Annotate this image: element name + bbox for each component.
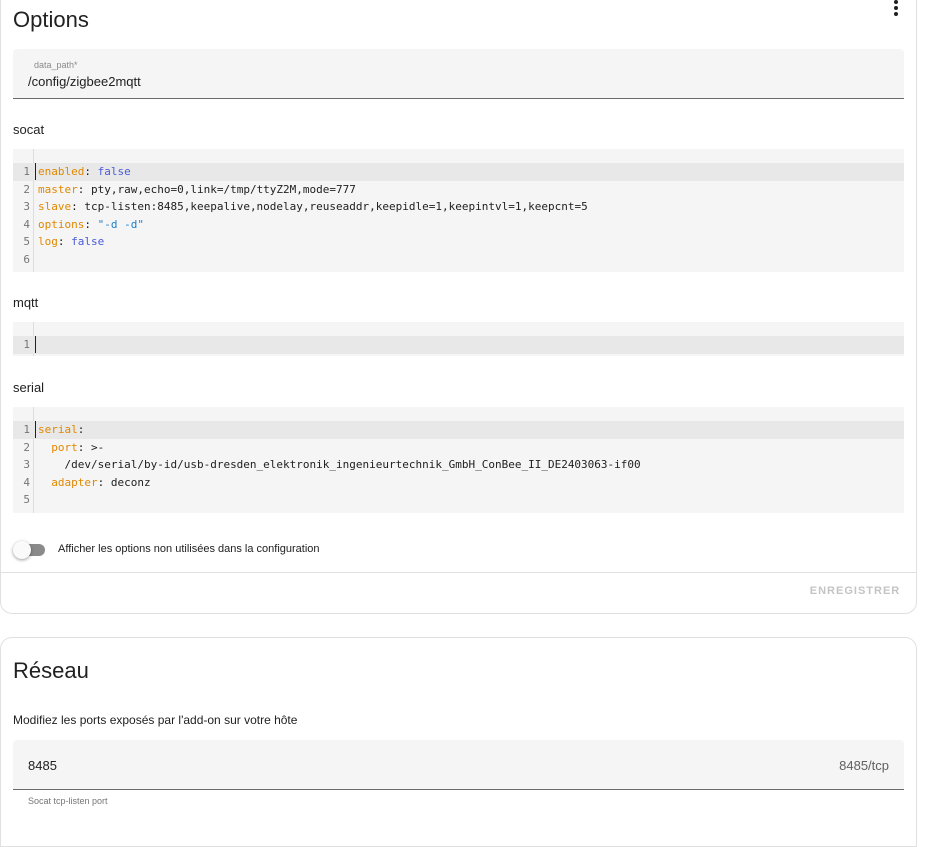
card-actions-divider [1,572,916,573]
line-number: 3 [23,458,30,471]
code-line[interactable]: 2 port: >- [13,439,904,457]
yaml-value: false [71,235,105,248]
line-number: 5 [23,235,30,248]
code-text: slave: tcp-listen:8485,keepalive,nodelay… [38,198,588,216]
line-number: 3 [23,200,30,213]
line-number: 2 [23,182,30,196]
line-number: 2 [23,440,30,454]
yaml-key: enabled [38,165,85,178]
yaml-value: tcp-listen:8485,keepalive,nodelay,reusea… [84,200,588,213]
port-helper-text: Socat tcp-listen port [28,796,108,806]
socat-label: socat [13,122,45,137]
yaml-value: >- [91,440,105,454]
toggle-thumb [13,541,31,559]
yaml-separator: : [84,165,98,178]
options-title: Options [13,7,89,32]
line-number: 4 [23,217,30,231]
yaml-key: options [38,217,85,231]
options-card: Options data_path* /config/zigbee2mqtt s… [0,0,917,614]
data-path-value[interactable]: /config/zigbee2mqtt [28,74,141,89]
line-number: 5 [23,493,30,506]
port-field[interactable]: 8485 8485/tcp [13,740,904,790]
line-number: 1 [23,338,30,351]
code-line[interactable]: 1 [13,336,904,354]
more-vert-icon[interactable] [888,0,904,18]
text-cursor [35,163,36,180]
yaml-separator: : [57,235,72,248]
yaml-value: "-d -d" [97,217,144,231]
yaml-value: pty,raw,echo=0,link=/tmp/ttyZ2M,mode=777 [91,182,356,196]
yaml-value: false [97,165,131,178]
port-value[interactable]: 8485 [28,758,57,773]
yaml-separator: : [84,217,98,231]
network-title: Réseau [13,658,89,683]
yaml-key: slave [38,200,72,213]
show-unused-options-label: Afficher les options non utilisées dans … [58,543,320,555]
code-text: enabled: false [38,163,131,181]
line-number: 1 [23,165,30,178]
code-line[interactable]: 1 enabled: false [13,163,904,181]
yaml-key: adapter [51,475,98,489]
network-description: Modifiez les ports exposés par l'add-on … [13,713,298,727]
mqtt-editor[interactable]: 1 [13,322,904,356]
yaml-separator: : [77,440,91,454]
code-line[interactable]: 5 [13,491,904,509]
code-line[interactable]: 4 adapter: deconz [13,474,904,492]
yaml-value: deconz [110,475,151,489]
code-line[interactable]: 4 options: "-d -d" [13,216,904,234]
yaml-key: serial [38,423,78,436]
network-card: Réseau Modifiez les ports exposés par l'… [0,637,917,847]
code-text: serial: [38,421,84,439]
yaml-separator: : [77,182,91,196]
code-line[interactable]: 5 log: false [13,233,904,251]
yaml-separator: : [97,475,111,489]
line-number: 6 [23,252,30,266]
socat-editor[interactable]: 1 enabled: false 2 master: pty,raw,echo=0,l… [13,149,904,272]
code-text: master: pty,raw,echo=0,link=/tmp/ttyZ2M,… [38,181,356,199]
code-line[interactable]: 6 [13,251,904,269]
code-text: /dev/serial/by-id/usb-dresden_elektronik… [38,456,641,474]
code-line[interactable]: 3 /dev/serial/by-id/usb-dresden_elektron… [13,456,904,474]
code-line[interactable]: 1 serial: [13,421,904,439]
yaml-separator: : [77,423,85,436]
yaml-value: /dev/serial/by-id/usb-dresden_elektronik… [64,458,641,471]
text-cursor [35,336,36,353]
port-suffix: 8485/tcp [839,758,889,773]
code-text: log: false [38,233,104,251]
yaml-key: port [51,440,78,454]
line-number: 4 [23,475,30,489]
code-text: options: "-d -d" [38,216,144,234]
code-text: port: >- [38,439,104,457]
data-path-label: data_path* [34,60,78,70]
yaml-key: log [38,235,58,248]
save-button[interactable]: ENREGISTRER [807,585,903,603]
code-text: adapter: deconz [38,474,151,492]
text-cursor [35,421,36,438]
yaml-key: master [38,182,78,196]
yaml-separator: : [71,200,85,213]
serial-label: serial [13,380,45,395]
code-line[interactable]: 2 master: pty,raw,echo=0,link=/tmp/ttyZ2M… [13,181,904,199]
show-unused-options-toggle[interactable] [13,541,47,559]
data-path-field[interactable]: data_path* /config/zigbee2mqtt [13,49,904,99]
serial-editor[interactable]: 1 serial: 2 port: >- 3 /dev/serial/by-id/us… [13,407,904,513]
code-line[interactable]: 3 slave: tcp-listen:8485,keepalive,nodela… [13,198,904,216]
line-number: 1 [23,423,30,436]
mqtt-label: mqtt [13,295,39,310]
